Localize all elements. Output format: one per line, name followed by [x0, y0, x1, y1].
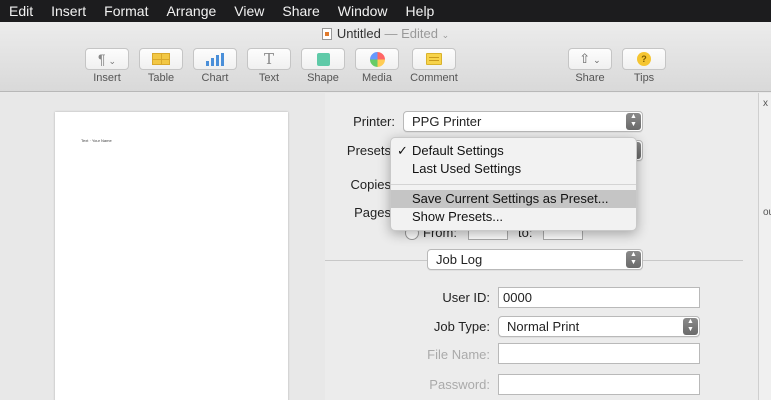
password-label: Password: — [429, 377, 490, 392]
printer-label: Printer: — [353, 114, 395, 129]
text-icon: T — [263, 50, 274, 68]
file-name-field[interactable] — [498, 343, 700, 364]
chart-label: Chart — [201, 72, 229, 84]
background-window-edge: x ou — [758, 93, 771, 400]
printer-select[interactable]: PPG Printer ▲ ▼ — [403, 111, 643, 132]
paragraph-icon: ¶ ⌄ — [98, 51, 116, 67]
user-id-label: User ID: — [442, 290, 490, 305]
edge-text-fragment: ou — [763, 207, 771, 218]
chart-button[interactable] — [193, 48, 237, 70]
job-type-select[interactable]: Normal Print ▲ ▼ — [498, 316, 700, 337]
show-presets[interactable]: Show Presets... — [391, 208, 636, 226]
table-icon — [152, 53, 170, 65]
shape-label: Shape — [307, 72, 339, 84]
text-button[interactable]: T — [247, 48, 291, 70]
chart-icon — [206, 52, 224, 66]
user-id-field[interactable]: 0000 — [498, 287, 700, 308]
shape-icon — [316, 52, 330, 66]
share-button[interactable]: ⇧ ⌄ — [568, 48, 612, 70]
chevron-down-icon[interactable]: ⌄ — [442, 30, 450, 40]
comment-label: Comment — [410, 72, 458, 84]
preset-last-used-settings-label: Last Used Settings — [412, 161, 522, 176]
document-icon — [321, 28, 332, 40]
menu-bar: Edit Insert Format Arrange View Share Wi… — [0, 0, 771, 22]
table-label: Table — [147, 72, 175, 84]
media-button[interactable] — [355, 48, 399, 70]
section-select-value: Job Log — [436, 252, 483, 267]
menu-separator — [391, 184, 636, 185]
shape-button[interactable] — [301, 48, 345, 70]
menu-window[interactable]: Window — [338, 0, 388, 22]
file-name-label: File Name: — [427, 347, 490, 362]
job-type-select-value: Normal Print — [507, 319, 580, 334]
share-label: Share — [575, 72, 605, 84]
save-current-settings-as-preset[interactable]: Save Current Settings as Preset... — [391, 190, 636, 208]
menu-arrange[interactable]: Arrange — [166, 0, 216, 22]
printer-select-value: PPG Printer — [412, 114, 482, 129]
menu-format[interactable]: Format — [104, 0, 148, 22]
checkmark-icon: ✓ — [397, 143, 408, 158]
menu-view[interactable]: View — [234, 0, 264, 22]
table-button[interactable] — [139, 48, 183, 70]
share-icon: ⇧ ⌄ — [579, 51, 601, 66]
media-icon — [369, 51, 385, 67]
print-preview-pane: Text · Your Name — [0, 93, 325, 400]
pages-label: Pages — [354, 205, 391, 220]
menu-edit[interactable]: Edit — [9, 0, 33, 22]
text-label: Text — [258, 72, 280, 84]
updown-arrows-icon: ▲▼ — [683, 318, 698, 335]
preset-default-settings-label: Default Settings — [412, 143, 504, 158]
copies-label: Copies — [350, 177, 391, 192]
save-preset-label: Save Current Settings as Preset... — [412, 191, 609, 206]
window-toolbar: Untitled — Edited ⌄ ¶ ⌄ Insert Table Char… — [0, 22, 771, 92]
menu-share[interactable]: Share — [282, 0, 319, 22]
comment-icon — [426, 53, 442, 65]
menu-insert[interactable]: Insert — [51, 0, 86, 22]
section-select[interactable]: Job Log ▲ ▼ — [427, 249, 643, 270]
window-title: Untitled — Edited ⌄ — [0, 26, 771, 41]
edited-status: — Edited — [384, 26, 438, 41]
preset-last-used-settings[interactable]: Last Used Settings — [391, 160, 636, 178]
show-presets-label: Show Presets... — [412, 209, 504, 224]
menu-help[interactable]: Help — [406, 0, 435, 22]
paragraph-glyph: ¶ — [97, 51, 106, 67]
media-label: Media — [362, 72, 392, 84]
page-thumbnail: Text · Your Name — [55, 112, 288, 400]
updown-arrows-icon: ▲▼ — [626, 113, 641, 130]
comment-button[interactable] — [412, 48, 456, 70]
window-title-text: Untitled — [336, 26, 381, 41]
tips-button[interactable]: ? — [622, 48, 666, 70]
insert-button[interactable]: ¶ ⌄ — [85, 48, 129, 70]
updown-arrows-icon: ▲▼ — [626, 251, 641, 268]
page-preview-text: Text · Your Name — [81, 138, 112, 143]
chevron-down-icon: ⌄ — [108, 56, 117, 66]
presets-label: Presets — [346, 143, 391, 158]
tips-label: Tips — [633, 72, 655, 84]
password-field[interactable] — [498, 374, 700, 395]
edge-text-fragment: x — [763, 98, 768, 109]
insert-label: Insert — [93, 72, 121, 84]
preset-default-settings[interactable]: ✓ Default Settings — [391, 142, 636, 160]
tips-icon: ? — [637, 52, 651, 66]
job-type-label: Job Type: — [433, 319, 490, 334]
presets-dropdown-menu: ✓ Default Settings Last Used Settings Sa… — [390, 137, 637, 231]
